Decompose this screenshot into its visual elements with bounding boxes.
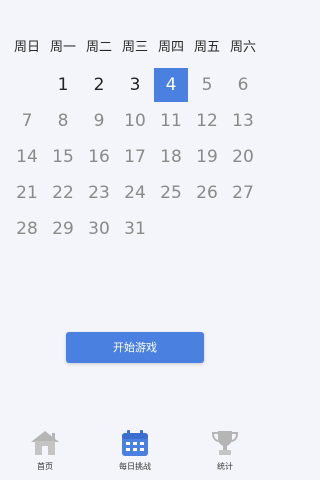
empty-day-cell — [9, 67, 45, 103]
day-cell: 19 — [196, 147, 218, 167]
weekday-label: 周六 — [229, 40, 256, 55]
weekday-label: 周五 — [193, 40, 220, 55]
day-cell: 16 — [88, 147, 110, 167]
bottom-tab-bar: 首页 每日挑战 统计 — [0, 425, 270, 480]
day-cell: 10 — [124, 111, 146, 131]
day-cell: 29 — [52, 219, 74, 239]
tab-daily-challenge[interactable]: 每日挑战 — [105, 425, 165, 471]
day-cell: 24 — [124, 183, 146, 203]
weekday-label: 周二 — [85, 40, 112, 55]
day-cell: 22 — [52, 183, 74, 203]
day-cell: 11 — [160, 111, 182, 131]
day-cell: 15 — [52, 147, 74, 167]
day-cell: 14 — [16, 147, 38, 167]
weekday-header: 周日 周一 周二 周三 周四 周五 周六 — [9, 36, 261, 60]
day-cell: 17 — [124, 147, 146, 167]
selected-day-cell[interactable]: 4 — [154, 68, 188, 102]
day-cell: 7 — [21, 111, 33, 131]
day-cell: 26 — [196, 183, 218, 203]
day-cell: 8 — [57, 111, 69, 131]
day-cell: 6 — [237, 75, 249, 95]
day-cell: 9 — [93, 111, 105, 131]
house-icon — [28, 428, 62, 458]
day-cell: 13 — [232, 111, 254, 131]
weekday-label: 周日 — [13, 40, 40, 55]
day-cell: 31 — [124, 219, 146, 239]
day-cell: 25 — [160, 183, 182, 203]
day-cell: 20 — [232, 147, 254, 167]
tab-statistics[interactable]: 统计 — [195, 425, 255, 471]
day-cell: 18 — [160, 147, 182, 167]
day-cell[interactable]: 2 — [81, 67, 117, 103]
trophy-icon — [208, 428, 242, 458]
calendar-grid: 1 2 3 4 5 6 7 8 9 10 11 12 13 14 15 16 17 18 19 20 21 22 23 24 2… — [9, 67, 261, 247]
day-cell: 21 — [16, 183, 38, 203]
day-cell: 12 — [196, 111, 218, 131]
day-cell: 23 — [88, 183, 110, 203]
start-game-button[interactable]: 开始游戏 — [66, 332, 204, 363]
tab-daily-challenge-label: 每日挑战 — [119, 462, 151, 471]
weekday-label: 周一 — [49, 40, 76, 55]
day-cell[interactable]: 3 — [117, 67, 153, 103]
day-cell[interactable]: 1 — [45, 67, 81, 103]
day-cell: 5 — [201, 75, 213, 95]
day-cell: 28 — [16, 219, 38, 239]
day-cell: 27 — [232, 183, 254, 203]
weekday-label: 周三 — [121, 40, 148, 55]
day-cell: 30 — [88, 219, 110, 239]
weekday-label: 周四 — [157, 40, 184, 55]
tab-home-label: 首页 — [37, 462, 53, 471]
tab-home[interactable]: 首页 — [15, 425, 75, 471]
tab-statistics-label: 统计 — [217, 462, 233, 471]
calendar-icon — [118, 428, 152, 458]
